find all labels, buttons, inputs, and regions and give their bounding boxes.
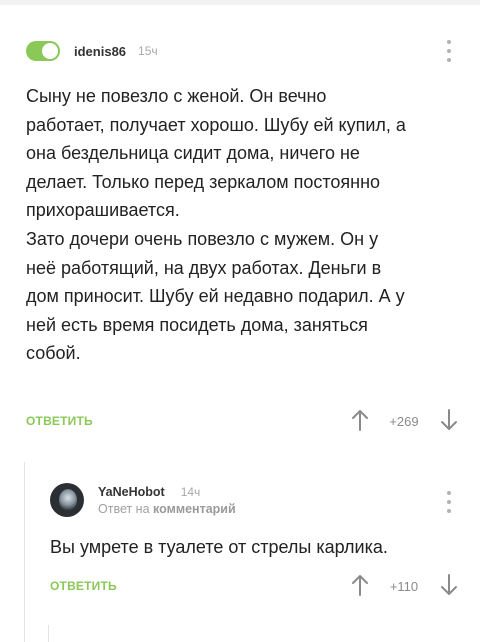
reply-to-link[interactable]: комментарий [153,502,236,516]
comment-rating: +110 [389,579,419,594]
comment-time: 14ч [180,484,201,499]
reply-to-line: Ответ на комментарий [98,502,236,516]
comment-header: idenis86 15ч [26,38,158,64]
reply-to-prefix: Ответ на [98,501,150,516]
comment-author[interactable]: YaNeHobot [98,485,165,499]
comment-text: Сыну не повезло с женой. Он вечно работа… [26,86,406,364]
thread-line [48,625,49,642]
toggle-switch-icon[interactable] [26,41,60,61]
kebab-menu-icon[interactable] [445,491,453,513]
comment-meta: YaNeHobot 14ч Ответ на комментарий [98,485,236,516]
arrow-down-icon[interactable] [439,573,459,597]
comment-header: YaNeHobot 14ч Ответ на комментарий [50,482,236,518]
kebab-menu-icon[interactable] [445,40,453,62]
reply-button[interactable]: ОТВЕТИТЬ [26,414,93,428]
arrow-up-icon[interactable] [350,573,370,597]
reply-button[interactable]: ОТВЕТИТЬ [50,579,117,593]
comment-actions: ОТВЕТИТЬ +269 [0,406,480,436]
comment: idenis86 15ч Сыну не повезло с женой. Он… [0,0,480,460]
avatar[interactable] [50,483,84,517]
arrow-up-icon[interactable] [350,408,370,432]
comment-time: 15ч [138,44,158,58]
arrow-down-icon[interactable] [439,408,459,432]
reply-comment: YaNeHobot 14ч Ответ на комментарий Вы ум… [0,460,480,642]
comment-actions: ОТВЕТИТЬ +110 [0,571,480,601]
comment-author[interactable]: idenis86 [74,44,126,59]
comment-rating: +269 [389,414,419,429]
comment-text: Вы умрете в туалете от стрелы карлика. [50,537,388,557]
